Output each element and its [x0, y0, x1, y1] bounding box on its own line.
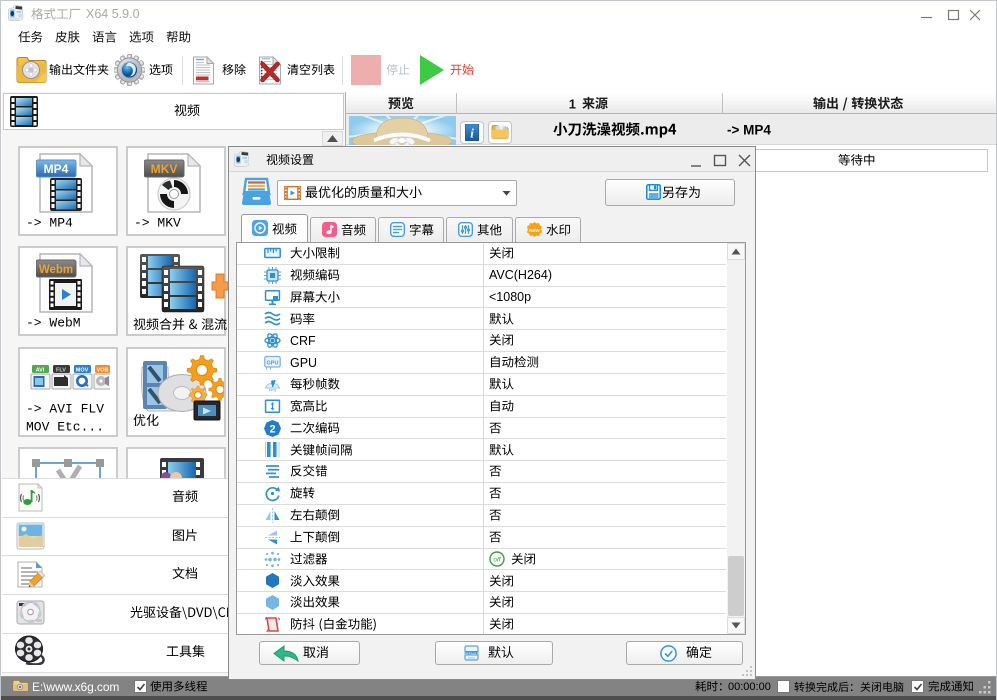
svg-text:FLV: FLV: [56, 368, 66, 374]
svg-text:GPU: GPU: [267, 361, 279, 367]
svg-text:MOV: MOV: [76, 368, 89, 374]
svg-text:2: 2: [269, 423, 275, 435]
svg-text:VOB: VOB: [97, 368, 109, 374]
svg-text:AVI: AVI: [36, 368, 45, 374]
svg-text:Webm: Webm: [39, 264, 73, 276]
svg-text:NEW: NEW: [529, 228, 540, 233]
svg-text:off: off: [493, 557, 501, 564]
svg-text:DEFAULT: DEFAULT: [464, 652, 479, 656]
svg-text:MKV: MKV: [151, 162, 178, 176]
svg-text:i: i: [470, 126, 474, 141]
svg-text:FPS: FPS: [269, 388, 277, 392]
svg-text:MP4: MP4: [44, 162, 69, 176]
